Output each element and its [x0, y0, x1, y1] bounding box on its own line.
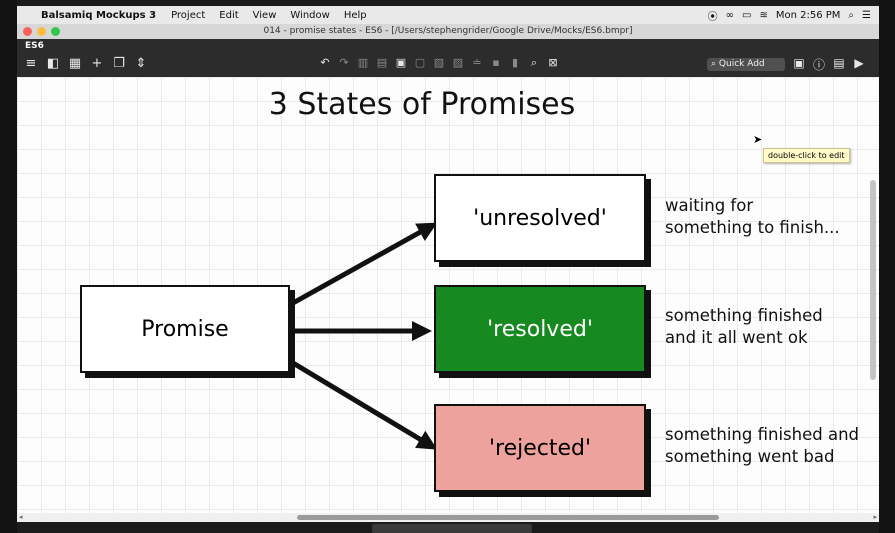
unresolved-box[interactable]: 'unresolved': [434, 174, 646, 262]
trash-icon[interactable]: ▮: [507, 56, 523, 70]
arrow-to-rejected: [291, 360, 438, 450]
spotlight-search-icon[interactable]: ⌕: [848, 10, 854, 21]
dock: [372, 524, 532, 533]
lock-icon[interactable]: ▣: [393, 56, 409, 70]
mac-menubar: Balsamiq Mockups 3 Project Edit View Win…: [17, 6, 879, 24]
tooltip: double-click to edit: [763, 148, 850, 163]
window-title: 014 - promise states - ES6 - [/Users/ste…: [263, 26, 633, 36]
record-icon[interactable]: ⦿: [708, 8, 718, 23]
resolved-label: 'resolved': [487, 316, 593, 342]
group-icon[interactable]: ▢: [412, 56, 428, 70]
redo-icon[interactable]: ↷: [336, 56, 352, 70]
desc-line: something finished: [665, 306, 823, 325]
info-icon[interactable]: ⓘ: [811, 56, 827, 73]
wifi-icon[interactable]: ≋: [759, 10, 767, 21]
undo-icon[interactable]: ↶: [317, 56, 333, 70]
clock[interactable]: Mon 2:56 PM: [776, 10, 841, 21]
crop-icon[interactable]: ⊠: [545, 56, 561, 70]
toolbar: ES6 ≡ ◧ ▦ + ❐ ⇕ ↶ ↷ ▥ ▤ ▣ ▢ ▧ ▨ ≐ ▪ ▮ ⌕ …: [17, 39, 879, 77]
desc-line: and it all went ok: [665, 328, 808, 347]
unresolved-label: 'unresolved': [473, 205, 607, 231]
battery-icon[interactable]: ▭: [742, 10, 751, 21]
scroll-right-icon[interactable]: ▸: [873, 513, 877, 521]
mockup-tab[interactable]: ES6: [25, 41, 44, 51]
add-icon[interactable]: +: [89, 56, 105, 71]
send-back-icon[interactable]: ≐: [469, 56, 485, 70]
quick-add-label: Quick Add: [718, 59, 765, 69]
glasses-icon[interactable]: ∞: [726, 10, 734, 21]
grid-view-icon[interactable]: ▦: [67, 56, 83, 71]
app-name-menu[interactable]: Balsamiq Mockups 3: [41, 10, 156, 21]
resolved-description[interactable]: something finished and it all went ok: [665, 305, 823, 349]
horizontal-scrollbar[interactable]: ◂ ▸: [17, 513, 879, 522]
ungroup-icon[interactable]: ▧: [431, 56, 447, 70]
promise-box[interactable]: Promise: [80, 285, 290, 373]
desc-line: something went bad: [665, 447, 835, 466]
menu-edit[interactable]: Edit: [219, 10, 238, 21]
menu-icon[interactable]: ≡: [23, 56, 39, 71]
screen: Balsamiq Mockups 3 Project Edit View Win…: [17, 0, 879, 533]
distribute-icon[interactable]: ▤: [374, 56, 390, 70]
vertical-scrollbar[interactable]: [870, 180, 876, 380]
scroll-left-icon[interactable]: ◂: [19, 513, 23, 521]
mouse-cursor-icon: ➤: [753, 133, 763, 146]
desc-line: something to finish...: [665, 218, 840, 237]
rejected-box[interactable]: 'rejected': [434, 404, 646, 492]
search-icon[interactable]: ⌕: [526, 56, 542, 70]
quick-add-input[interactable]: ⌕ Quick Add: [707, 58, 785, 71]
presentation-icon[interactable]: ▶: [851, 56, 867, 73]
rejected-label: 'rejected': [488, 435, 592, 461]
window-titlebar: 014 - promise states - ES6 - [/Users/ste…: [17, 24, 879, 39]
notes-icon[interactable]: ▤: [831, 56, 847, 73]
menu-window[interactable]: Window: [290, 10, 329, 21]
close-window-button[interactable]: [23, 27, 32, 36]
arrow-to-unresolved: [291, 222, 438, 306]
horizontal-scroll-thumb[interactable]: [297, 515, 719, 520]
notification-center-icon[interactable]: ☰: [862, 10, 871, 21]
align-icon[interactable]: ▥: [355, 56, 371, 70]
menu-project[interactable]: Project: [171, 10, 205, 21]
desc-line: something finished and: [665, 425, 860, 444]
bring-front-icon[interactable]: ▨: [450, 56, 466, 70]
copy-icon[interactable]: ❐: [111, 56, 127, 71]
minimize-window-button[interactable]: [37, 27, 46, 36]
padlock-icon[interactable]: ▪: [488, 56, 504, 70]
mockup-canvas[interactable]: 3 States of Promises Promise 'unresolved…: [17, 77, 879, 513]
share-icon[interactable]: ▣: [791, 56, 807, 73]
panel-toggle-icon[interactable]: ◧: [45, 56, 61, 71]
menu-help[interactable]: Help: [344, 10, 367, 21]
menu-view[interactable]: View: [253, 10, 277, 21]
zoom-window-button[interactable]: [51, 27, 60, 36]
desc-line: waiting for: [665, 196, 754, 215]
unresolved-description[interactable]: waiting for something to finish...: [665, 195, 840, 239]
resolved-box[interactable]: 'resolved': [434, 285, 646, 373]
sort-icon[interactable]: ⇕: [133, 56, 149, 71]
rejected-description[interactable]: something finished and something went ba…: [665, 424, 859, 468]
promise-label: Promise: [141, 316, 229, 342]
